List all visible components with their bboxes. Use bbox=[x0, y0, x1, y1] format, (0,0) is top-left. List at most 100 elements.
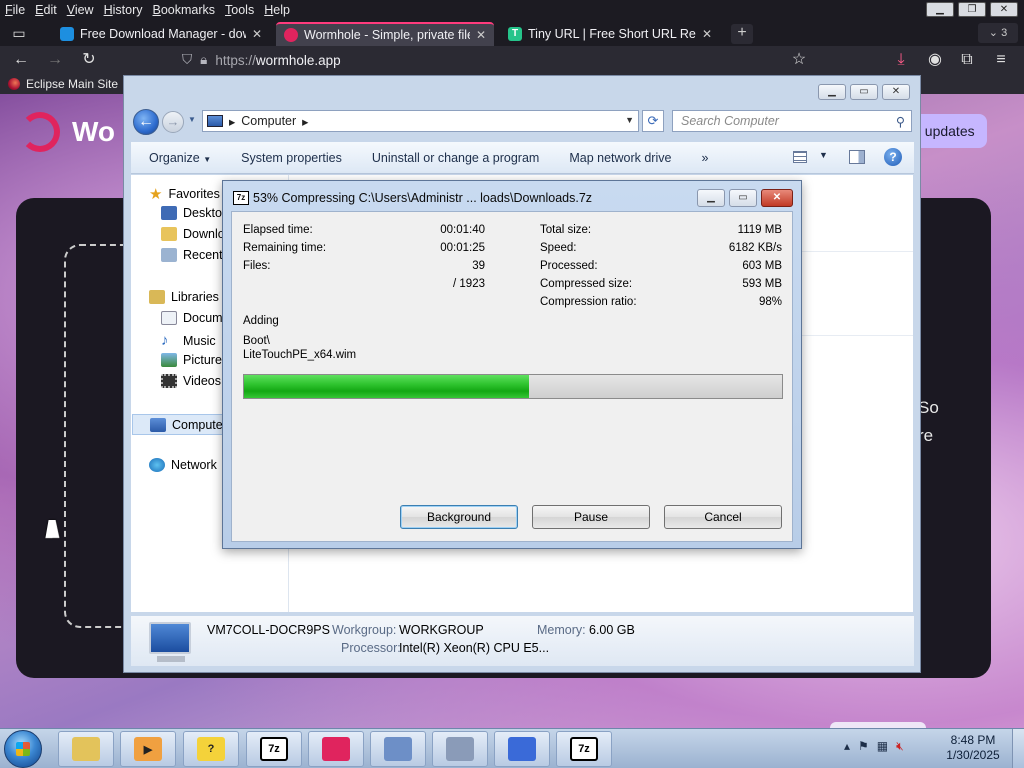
nav-recent[interactable]: Recent bbox=[161, 248, 223, 262]
forward-arrow-icon[interactable]: → bbox=[44, 50, 66, 70]
taskbar-7zip-button[interactable]: 7z bbox=[246, 731, 302, 767]
maximize-button[interactable]: ▭ bbox=[850, 84, 878, 100]
nav-desktop[interactable]: Desktop bbox=[161, 206, 229, 220]
restore-button[interactable]: ❐ bbox=[958, 2, 986, 17]
minimize-button[interactable]: ▁ bbox=[818, 84, 846, 100]
preview-pane-icon[interactable] bbox=[849, 150, 865, 164]
map-network-drive-button[interactable]: Map network drive bbox=[554, 151, 686, 165]
nav-label: Computer bbox=[172, 417, 227, 432]
menu-file[interactable]: File bbox=[0, 3, 30, 17]
taskbar-help-button[interactable]: ? bbox=[183, 731, 239, 767]
breadcrumb-computer[interactable]: Computer bbox=[241, 114, 296, 128]
change-view-icon[interactable] bbox=[793, 151, 807, 163]
app-menu-icon[interactable]: ≡ bbox=[990, 50, 1012, 70]
files-total: / 1923 bbox=[453, 278, 485, 290]
address-field[interactable]: ▸ Computer ▸ ▼ bbox=[202, 110, 639, 132]
menu-view[interactable]: View bbox=[62, 3, 99, 17]
taskbar-bird-app-button[interactable] bbox=[494, 731, 550, 767]
search-input[interactable]: Search Computer ⚲ bbox=[672, 110, 912, 132]
tab-strip: ▭ Free Download Manager - dowr ✕ Wormhol… bbox=[0, 20, 1024, 46]
current-file-path: Boot\ bbox=[243, 335, 270, 347]
cancel-button[interactable]: Cancel bbox=[664, 505, 782, 529]
network-tray-icon[interactable]: ▦ bbox=[877, 739, 888, 754]
reload-icon[interactable]: ↻ bbox=[78, 50, 100, 70]
eclipse-bookmark-icon bbox=[8, 78, 20, 90]
remaining-value: 00:01:25 bbox=[440, 242, 485, 254]
tab-overflow-button[interactable]: ⌄ 3 bbox=[978, 23, 1018, 43]
tab-close-icon[interactable]: ✕ bbox=[476, 28, 486, 42]
music-icon: ♪ bbox=[161, 332, 169, 349]
start-button[interactable] bbox=[4, 730, 42, 768]
memory-value: 6.00 GB bbox=[589, 623, 635, 637]
history-dropdown-icon[interactable]: ▼ bbox=[188, 115, 196, 124]
nav-network[interactable]: Network bbox=[149, 458, 217, 472]
tab-list-icon[interactable]: ▭ bbox=[6, 23, 32, 43]
volume-muted-icon[interactable]: 🔇︎ bbox=[896, 739, 904, 754]
new-tab-plus-icon[interactable]: + bbox=[731, 24, 753, 44]
dialog-body: Elapsed time: 00:01:40 Remaining time: 0… bbox=[231, 211, 793, 542]
taskbar-explorer-folder-button[interactable] bbox=[58, 731, 114, 767]
close-button[interactable]: ✕ bbox=[761, 189, 793, 207]
taskbar-7zip-active-button[interactable]: 7z bbox=[556, 731, 612, 767]
nav-favorites[interactable]: ★ Favorites bbox=[149, 185, 220, 203]
tab-close-icon[interactable]: ✕ bbox=[702, 27, 712, 41]
help-icon[interactable]: ? bbox=[884, 148, 902, 166]
url-bar[interactable]: ⛉ 🔒︎ https://wormhole.app bbox=[172, 48, 822, 72]
system-properties-button[interactable]: System properties bbox=[226, 151, 357, 165]
show-desktop-button[interactable] bbox=[1012, 729, 1024, 768]
lock-icon[interactable]: 🔒︎ bbox=[200, 52, 207, 68]
breadcrumb-chevron-icon[interactable]: ▸ bbox=[229, 114, 235, 129]
taskbar-wormhole-app-button[interactable] bbox=[308, 731, 364, 767]
nav-documents[interactable]: Docume bbox=[161, 311, 230, 325]
minimize-button[interactable]: ▁ bbox=[926, 2, 954, 17]
menu-tools[interactable]: Tools bbox=[220, 3, 259, 17]
bookmark-eclipse-main-site[interactable]: Eclipse Main Site bbox=[26, 77, 118, 91]
close-button[interactable]: ✕ bbox=[882, 84, 910, 100]
address-dropdown-icon[interactable]: ▼ bbox=[625, 115, 634, 125]
wormhole-brand[interactable]: Wo bbox=[72, 116, 115, 148]
nav-music[interactable]: ♪ Music bbox=[161, 332, 216, 349]
breadcrumb-chevron-icon[interactable]: ▸ bbox=[302, 114, 308, 129]
minimize-button[interactable]: ▁ bbox=[697, 189, 725, 207]
menu-bookmarks[interactable]: Bookmarks bbox=[148, 3, 221, 17]
extensions-icon[interactable]: ⧉ bbox=[956, 50, 978, 70]
clock[interactable]: 8:48 PM 1/30/2025 bbox=[940, 733, 1006, 763]
nav-pictures[interactable]: Pictures bbox=[161, 353, 228, 367]
taskbar-network-computers-button[interactable] bbox=[370, 731, 426, 767]
tab-free-download-manager[interactable]: Free Download Manager - dowr ✕ bbox=[52, 22, 270, 46]
bookmark-star-icon[interactable]: ☆ bbox=[788, 50, 810, 70]
tray-expand-icon[interactable]: ▴ bbox=[844, 739, 850, 754]
taskbar-control-panel-button[interactable] bbox=[432, 731, 488, 767]
menu-help[interactable]: Help bbox=[259, 3, 295, 17]
tab-close-icon[interactable]: ✕ bbox=[252, 27, 262, 41]
tab-tinyurl[interactable]: T Tiny URL | Free Short URL Redire ✕ bbox=[500, 22, 720, 46]
nav-downloads[interactable]: Downlo bbox=[161, 227, 225, 241]
nav-libraries[interactable]: Libraries bbox=[149, 290, 219, 304]
close-button[interactable]: ✕ bbox=[990, 2, 1018, 17]
maximize-button[interactable]: ▭ bbox=[729, 189, 757, 207]
uninstall-program-button[interactable]: Uninstall or change a program bbox=[357, 151, 554, 165]
downloads-icon[interactable]: ⤓ bbox=[890, 50, 912, 70]
shield-icon[interactable]: ⛉ bbox=[182, 52, 192, 68]
explorer-command-bar: Organize ▼ System properties Uninstall o… bbox=[131, 142, 914, 174]
menu-edit[interactable]: Edit bbox=[30, 3, 62, 17]
forward-arrow-icon[interactable]: → bbox=[162, 111, 184, 133]
search-icon[interactable]: ⚲ bbox=[896, 112, 905, 132]
back-arrow-icon[interactable]: ← bbox=[10, 50, 32, 70]
pause-button[interactable]: Pause bbox=[532, 505, 650, 529]
action-center-flag-icon[interactable]: ⚑ bbox=[858, 739, 869, 754]
wormhole-logo-icon[interactable] bbox=[20, 112, 60, 152]
refresh-icon[interactable]: ⟳ bbox=[642, 110, 664, 132]
taskbar-media-player-button[interactable]: ▶ bbox=[120, 731, 176, 767]
files-value: 39 bbox=[472, 260, 485, 272]
tab-wormhole[interactable]: Wormhole - Simple, private file ✕ bbox=[276, 22, 494, 46]
background-button[interactable]: Background bbox=[400, 505, 518, 529]
back-arrow-icon[interactable]: ← bbox=[133, 109, 159, 135]
page-side-text: So bbox=[918, 398, 939, 417]
organize-button[interactable]: Organize ▼ bbox=[131, 151, 226, 165]
view-dropdown-icon[interactable]: ▼ bbox=[819, 150, 828, 160]
account-icon[interactable]: ◉ bbox=[924, 50, 946, 70]
menu-history[interactable]: History bbox=[99, 3, 148, 17]
nav-videos[interactable]: Videos bbox=[161, 374, 221, 388]
more-commands-button[interactable]: » bbox=[686, 151, 723, 165]
